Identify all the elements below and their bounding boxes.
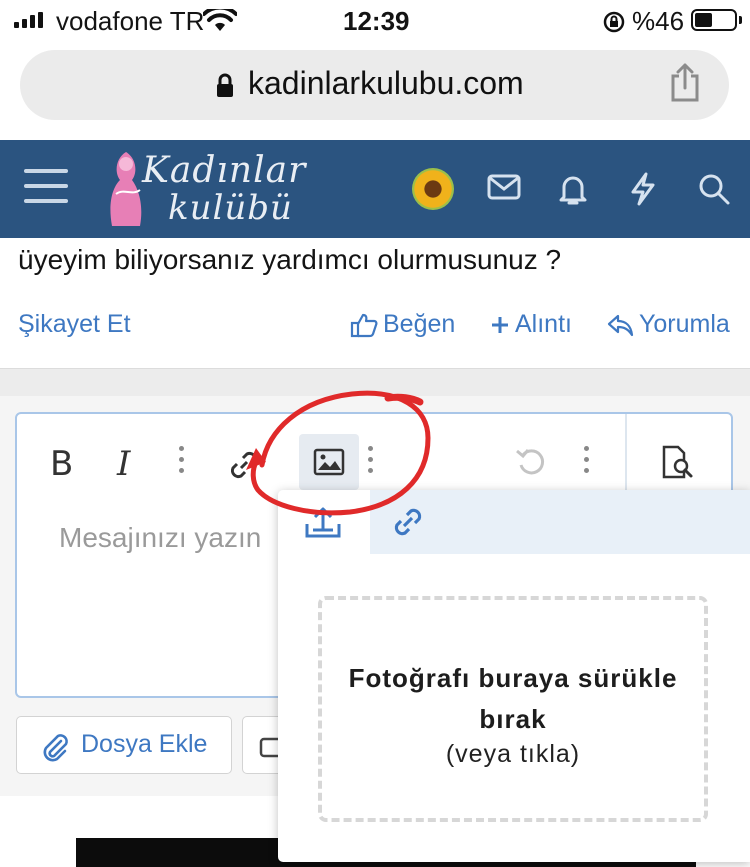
carrier-name: vodafone TR	[56, 6, 205, 36]
share-icon[interactable]	[669, 62, 701, 102]
bell-icon[interactable]	[556, 172, 590, 206]
battery-icon	[691, 9, 737, 31]
status-bar: vodafone TR 12:39 %46	[0, 0, 750, 44]
url-text[interactable]: kadinlarkulubu.com	[248, 65, 524, 102]
mail-icon[interactable]	[486, 172, 522, 202]
like-button[interactable]: Beğen	[350, 310, 455, 339]
menu-icon[interactable]	[24, 169, 68, 207]
report-link[interactable]: Şikayet Et	[18, 310, 131, 339]
like-label: Beğen	[383, 310, 456, 338]
thumbs-up-icon	[350, 313, 378, 337]
image-icon	[313, 448, 345, 476]
signal-icon	[14, 12, 43, 28]
image-upload-popup: Fotoğrafı buraya sürükle bırak (veya tık…	[278, 490, 750, 862]
search-icon[interactable]	[697, 172, 731, 206]
avatar[interactable]	[412, 168, 454, 210]
popup-tabs	[278, 490, 750, 554]
upload-icon	[305, 507, 341, 538]
lock-icon	[217, 73, 233, 97]
clock: 12:39	[343, 6, 410, 36]
preview-icon[interactable]	[660, 444, 698, 480]
battery-percent: %46	[632, 6, 685, 36]
more-format-icon[interactable]	[179, 446, 185, 479]
report-label: Şikayet Et	[18, 310, 131, 338]
insert-image-button[interactable]	[299, 434, 359, 490]
battery-tip	[739, 16, 742, 24]
reply-arrow-icon	[607, 314, 634, 336]
quote-button[interactable]: Alıntı	[490, 310, 572, 339]
site-logo[interactable]: Kadınlar kulübü	[102, 148, 305, 232]
rotation-lock-icon	[603, 11, 625, 33]
quote-label: Alıntı	[515, 310, 572, 338]
italic-button[interactable]: I	[117, 444, 130, 484]
add-file-button[interactable]: Dosya Ekle	[16, 716, 232, 774]
undo-icon[interactable]	[514, 445, 548, 479]
bolt-icon[interactable]	[628, 172, 658, 206]
more-options-icon[interactable]	[584, 446, 590, 479]
post-text: üyeyim biliyorsanız yardımcı olurmusunuz…	[18, 244, 562, 275]
more-insert-icon[interactable]	[368, 446, 374, 479]
tab-upload[interactable]	[278, 490, 370, 554]
battery-fill	[695, 13, 712, 27]
wifi-icon	[203, 9, 237, 31]
section-divider	[0, 368, 750, 396]
reply-label: Yorumla	[639, 310, 730, 338]
editor-placeholder[interactable]: Mesajınızı yazın	[59, 522, 261, 554]
drop-zone-subtitle: (veya tıkla)	[445, 740, 581, 768]
plus-icon	[492, 316, 508, 333]
link-icon	[394, 508, 422, 536]
drop-zone-title: Fotoğrafı buraya sürükle bırak	[348, 663, 678, 734]
drop-zone[interactable]: Fotoğrafı buraya sürükle bırak (veya tık…	[318, 596, 708, 822]
link-icon[interactable]	[227, 448, 261, 482]
logo-text-line2: kulübü	[168, 188, 293, 228]
paperclip-icon	[43, 734, 68, 762]
tab-link[interactable]	[390, 504, 430, 544]
address-bar[interactable]: kadinlarkulubu.com	[20, 50, 729, 120]
reply-button[interactable]: Yorumla	[606, 310, 730, 339]
logo-text-line1: Kadınlar	[142, 150, 307, 191]
add-file-label: Dosya Ekle	[81, 730, 208, 758]
bold-button[interactable]: B	[50, 444, 73, 484]
